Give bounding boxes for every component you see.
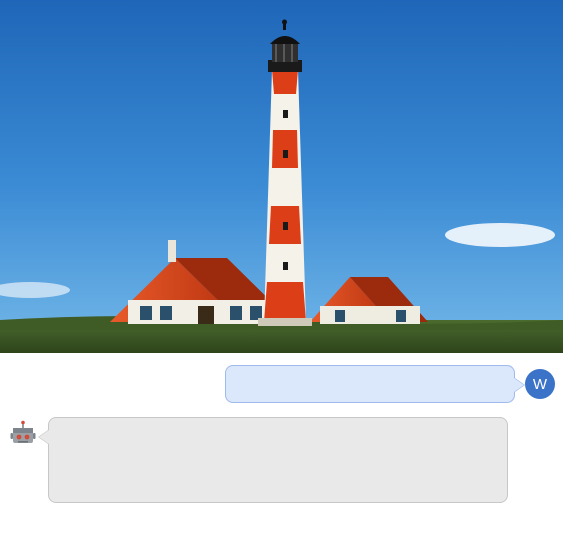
bot-avatar[interactable] [8,419,38,449]
bot-message-text [49,418,507,438]
user-avatar[interactable]: W [525,369,555,399]
user-message-bubble[interactable] [225,365,515,403]
user-avatar-letter: W [533,376,547,393]
bot-message-bubble[interactable] [48,417,508,503]
hero-image [0,0,563,353]
user-message-row: W [8,365,555,403]
lighthouse-illustration [0,0,563,353]
user-message-text [226,366,514,386]
chat-area: W [0,353,563,503]
robot-icon [9,420,37,448]
bot-message-row [8,417,555,503]
